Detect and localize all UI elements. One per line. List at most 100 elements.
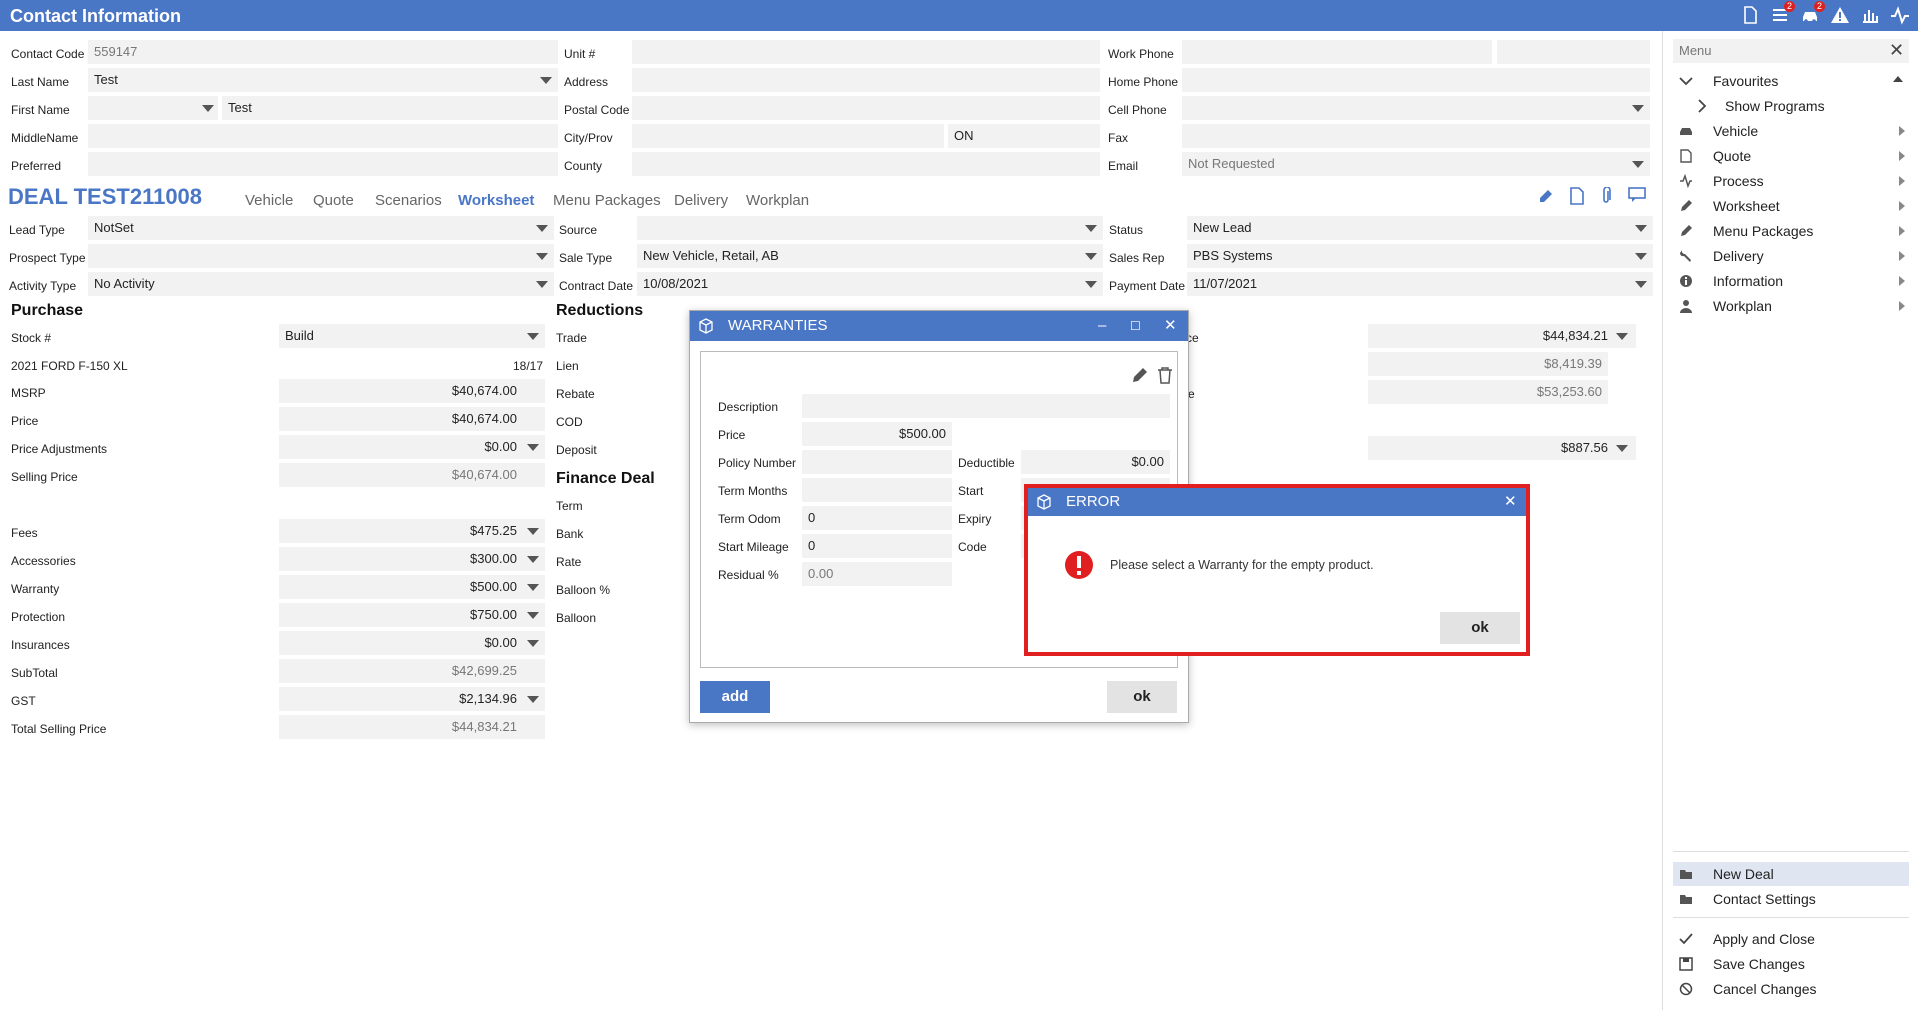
sidebar-item-menu-packages[interactable]: Menu Packages <box>1673 219 1909 243</box>
sidebar-item-favourites[interactable]: Favourites <box>1673 69 1909 93</box>
contact-settings-button[interactable]: Contact Settings <box>1673 887 1909 911</box>
last-name-field[interactable]: Test <box>88 68 558 92</box>
sidebar-item-vehicle[interactable]: Vehicle <box>1673 119 1909 143</box>
sidebar-item-delivery[interactable]: Delivery <box>1673 244 1909 268</box>
province-field[interactable]: ON <box>948 124 1100 148</box>
car-icon[interactable]: 2 <box>1800 1 1825 25</box>
warranties-ok-button[interactable]: ok <box>1107 681 1177 713</box>
chart-icon[interactable] <box>1860 5 1880 25</box>
chevron-down-icon[interactable] <box>527 584 539 591</box>
tab-delivery[interactable]: Delivery <box>674 192 728 209</box>
trash-icon[interactable] <box>1157 366 1173 384</box>
contact-code-field[interactable]: 559147 <box>88 40 558 64</box>
chevron-down-icon[interactable] <box>1616 333 1628 340</box>
chevron-down-icon[interactable] <box>527 696 539 703</box>
msrp-field[interactable]: $40,674.00 <box>279 379 545 403</box>
close-icon[interactable]: ✕ <box>1504 488 1517 516</box>
cell-phone-field[interactable] <box>1182 96 1650 120</box>
lead-type-select[interactable]: NotSet <box>88 216 554 240</box>
tab-scenarios[interactable]: Scenarios <box>375 192 442 209</box>
chevron-down-icon[interactable] <box>527 444 539 451</box>
cancel-changes-button[interactable]: Cancel Changes <box>1673 977 1909 1001</box>
chevron-down-icon[interactable] <box>527 556 539 563</box>
fees-field[interactable]: $475.25 <box>279 519 545 543</box>
minimize-icon[interactable]: – <box>1098 311 1106 341</box>
chevron-down-icon[interactable] <box>1616 445 1628 452</box>
new-deal-button[interactable]: New Deal <box>1673 862 1909 886</box>
chevron-down-icon[interactable] <box>536 225 548 232</box>
deal-total-field[interactable]: $44,834.21 <box>1368 324 1636 348</box>
source-select[interactable] <box>637 216 1103 240</box>
chevron-down-icon[interactable] <box>1085 253 1097 260</box>
chevron-down-icon[interactable] <box>527 612 539 619</box>
activity-icon[interactable] <box>1890 5 1910 25</box>
sidebar-item-show-programs[interactable]: Show Programs <box>1673 94 1909 118</box>
tab-menu-packages[interactable]: Menu Packages <box>553 192 661 209</box>
preferred-field[interactable] <box>88 152 558 176</box>
work-phone-ext-field[interactable] <box>1497 40 1650 64</box>
policy-number-field[interactable] <box>802 450 952 474</box>
county-field[interactable] <box>632 152 1100 176</box>
chevron-down-icon[interactable] <box>536 253 548 260</box>
fax-field[interactable] <box>1182 124 1650 148</box>
stock-select[interactable]: Build <box>279 324 545 348</box>
warranty-price-field[interactable]: $500.00 <box>802 422 952 446</box>
chevron-down-icon[interactable] <box>527 640 539 647</box>
first-name-field[interactable]: Test <box>222 96 558 120</box>
add-button[interactable]: add <box>700 681 770 713</box>
protection-field[interactable]: $750.00 <box>279 603 545 627</box>
chevron-down-icon[interactable] <box>1085 225 1097 232</box>
chevron-down-icon[interactable] <box>1635 253 1647 260</box>
city-field[interactable] <box>632 124 944 148</box>
chevron-down-icon[interactable] <box>527 528 539 535</box>
work-phone-field[interactable] <box>1182 40 1492 64</box>
sidebar-item-information[interactable]: Information <box>1673 269 1909 293</box>
sidebar-item-workplan[interactable]: Workplan <box>1673 294 1909 318</box>
pencil-tag-icon[interactable] <box>1538 188 1554 207</box>
payment-field[interactable]: $887.56 <box>1368 436 1636 460</box>
unit-field[interactable] <box>632 40 1100 64</box>
edit-icon[interactable] <box>1131 366 1149 384</box>
description-field[interactable] <box>802 394 1170 418</box>
postal-code-field[interactable] <box>632 96 1100 120</box>
apply-and-close-button[interactable]: Apply and Close <box>1673 927 1909 951</box>
price-adjustments-field[interactable]: $0.00 <box>279 435 545 459</box>
paperclip-icon[interactable] <box>1600 186 1612 208</box>
tab-worksheet[interactable]: Worksheet <box>458 192 534 209</box>
salutation-select[interactable] <box>88 96 218 120</box>
gst-field[interactable]: $2,134.96 <box>279 687 545 711</box>
accessories-field[interactable]: $300.00 <box>279 547 545 571</box>
chevron-down-icon[interactable] <box>536 281 548 288</box>
chevron-down-icon[interactable] <box>527 333 539 340</box>
chevron-down-icon[interactable] <box>202 105 214 112</box>
warning-icon[interactable] <box>1830 5 1850 25</box>
sidebar-item-quote[interactable]: Quote <box>1673 144 1909 168</box>
sidebar-item-worksheet[interactable]: Worksheet <box>1673 194 1909 218</box>
maximize-icon[interactable]: ☐ <box>1130 311 1141 341</box>
sale-type-select[interactable]: New Vehicle, Retail, AB <box>637 244 1103 268</box>
chevron-down-icon[interactable] <box>1635 225 1647 232</box>
insurances-field[interactable]: $0.00 <box>279 631 545 655</box>
prospect-type-select[interactable] <box>88 244 554 268</box>
tab-quote[interactable]: Quote <box>313 192 354 209</box>
status-select[interactable]: New Lead <box>1187 216 1653 240</box>
middle-name-field[interactable] <box>88 124 558 148</box>
contract-date-field[interactable]: 10/08/2021 <box>637 272 1103 296</box>
deductible-field[interactable]: $0.00 <box>1021 450 1170 474</box>
chevron-down-icon[interactable] <box>540 77 552 84</box>
home-phone-field[interactable] <box>1182 68 1650 92</box>
payment-date-field[interactable]: 11/07/2021 <box>1187 272 1653 296</box>
close-icon[interactable]: ✕ <box>1889 40 1904 61</box>
list-icon[interactable]: 2 <box>1770 1 1795 25</box>
term-months-field[interactable] <box>802 478 952 502</box>
menu-search-input[interactable]: Menu <box>1673 39 1909 63</box>
sidebar-item-process[interactable]: Process <box>1673 169 1909 193</box>
price-field[interactable]: $40,674.00 <box>279 407 545 431</box>
error-ok-button[interactable]: ok <box>1440 612 1520 644</box>
chevron-down-icon[interactable] <box>1632 105 1644 112</box>
activity-type-select[interactable]: No Activity <box>88 272 554 296</box>
document-icon[interactable] <box>1740 5 1760 25</box>
chevron-down-icon[interactable] <box>1085 281 1097 288</box>
tab-workplan[interactable]: Workplan <box>746 192 809 209</box>
tab-vehicle[interactable]: Vehicle <box>245 192 293 209</box>
